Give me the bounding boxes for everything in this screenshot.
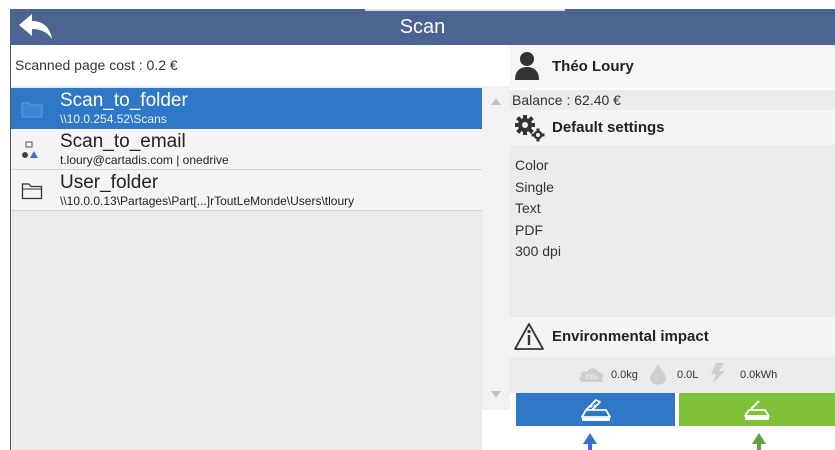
environmental-impact-label: Environmental impact — [552, 328, 709, 345]
user-row: Théo Loury — [510, 45, 835, 88]
lightning-icon — [711, 363, 725, 383]
scanner-feeder-icon — [744, 399, 770, 420]
scroll-up-icon[interactable] — [488, 94, 504, 108]
destination-path: t.loury@cartadis.com | onedrive — [60, 153, 229, 167]
destination-item-user-folder[interactable]: User_folder \\10.0.0.13\Partages\Part[..… — [11, 170, 482, 211]
water-impact: 0.0L — [648, 364, 714, 385]
environmental-impact-header: Environmental impact — [510, 317, 835, 357]
water-drop-icon — [650, 364, 666, 385]
default-settings-header: Default settings — [510, 110, 835, 145]
setting-resolution: 300 dpi — [515, 243, 561, 259]
co2-impact: CO₂ 0.0kg — [577, 365, 647, 385]
page-title: Scan — [399, 16, 446, 38]
setting-document-type: Text — [515, 200, 541, 216]
top-bar: Scan — [10, 9, 835, 45]
user-name: Théo Loury — [552, 58, 634, 75]
destination-item-scan-to-folder[interactable]: Scan_to_folder \\10.0.254.52\Scans — [11, 88, 482, 129]
scan-glass-button[interactable] — [516, 393, 675, 426]
co2-value: 0.0kg — [611, 369, 638, 381]
email-share-icon — [22, 141, 38, 158]
scroll-down-icon[interactable] — [488, 388, 504, 402]
energy-value: 0.0kWh — [740, 369, 778, 381]
environmental-impact-values: CO₂ 0.0kg 0.0L 0.0kWh — [510, 357, 835, 393]
folder-icon — [21, 183, 43, 200]
scan-app: Scan Scanned page cost : 0.2 € Scan_to_f… — [0, 0, 835, 450]
destination-name: Scan_to_email — [60, 131, 186, 152]
gears-icon — [515, 115, 545, 142]
destination-path: \\10.0.0.13\Partages\Part[...]rToutLeMon… — [60, 194, 355, 208]
scanner-glass-icon — [580, 398, 611, 421]
recycle-info-icon — [514, 323, 544, 350]
setting-color-mode: Color — [515, 157, 549, 173]
destination-name: User_folder — [60, 172, 159, 193]
info-panel: Théo Loury Balance : 62.40 € Default set… — [510, 45, 835, 450]
list-scrollbar[interactable] — [482, 86, 510, 410]
svg-text:CO₂: CO₂ — [586, 374, 598, 381]
destination-item-scan-to-email[interactable]: Scan_to_email t.loury@cartadis.com | one… — [11, 129, 482, 170]
account-balance: Balance : 62.40 € — [510, 90, 835, 110]
water-value: 0.0L — [677, 369, 699, 381]
up-arrow-icon — [583, 433, 597, 450]
scanned-page-cost: Scanned page cost : 0.2 € — [11, 45, 482, 86]
destination-path: \\10.0.254.52\Scans — [60, 112, 167, 126]
destination-name: Scan_to_folder — [60, 90, 188, 111]
setting-file-format: PDF — [515, 221, 543, 238]
energy-impact: 0.0kWh — [707, 363, 787, 385]
default-settings-label: Default settings — [552, 119, 665, 136]
default-settings-list: Color Single Text PDF 300 dpi — [510, 145, 835, 317]
co2-cloud-icon: CO₂ — [579, 368, 604, 383]
scan-feeder-button[interactable] — [679, 393, 835, 426]
destination-panel: Scanned page cost : 0.2 € Scan_to_folder… — [11, 45, 482, 450]
setting-sides: Single — [515, 178, 554, 195]
scrollbar-footer — [482, 410, 510, 450]
up-arrow-icon — [752, 433, 766, 450]
destination-list: Scan_to_folder \\10.0.254.52\Scans Scan_… — [11, 88, 482, 211]
folder-icon — [21, 102, 43, 118]
user-avatar-icon — [515, 52, 539, 80]
